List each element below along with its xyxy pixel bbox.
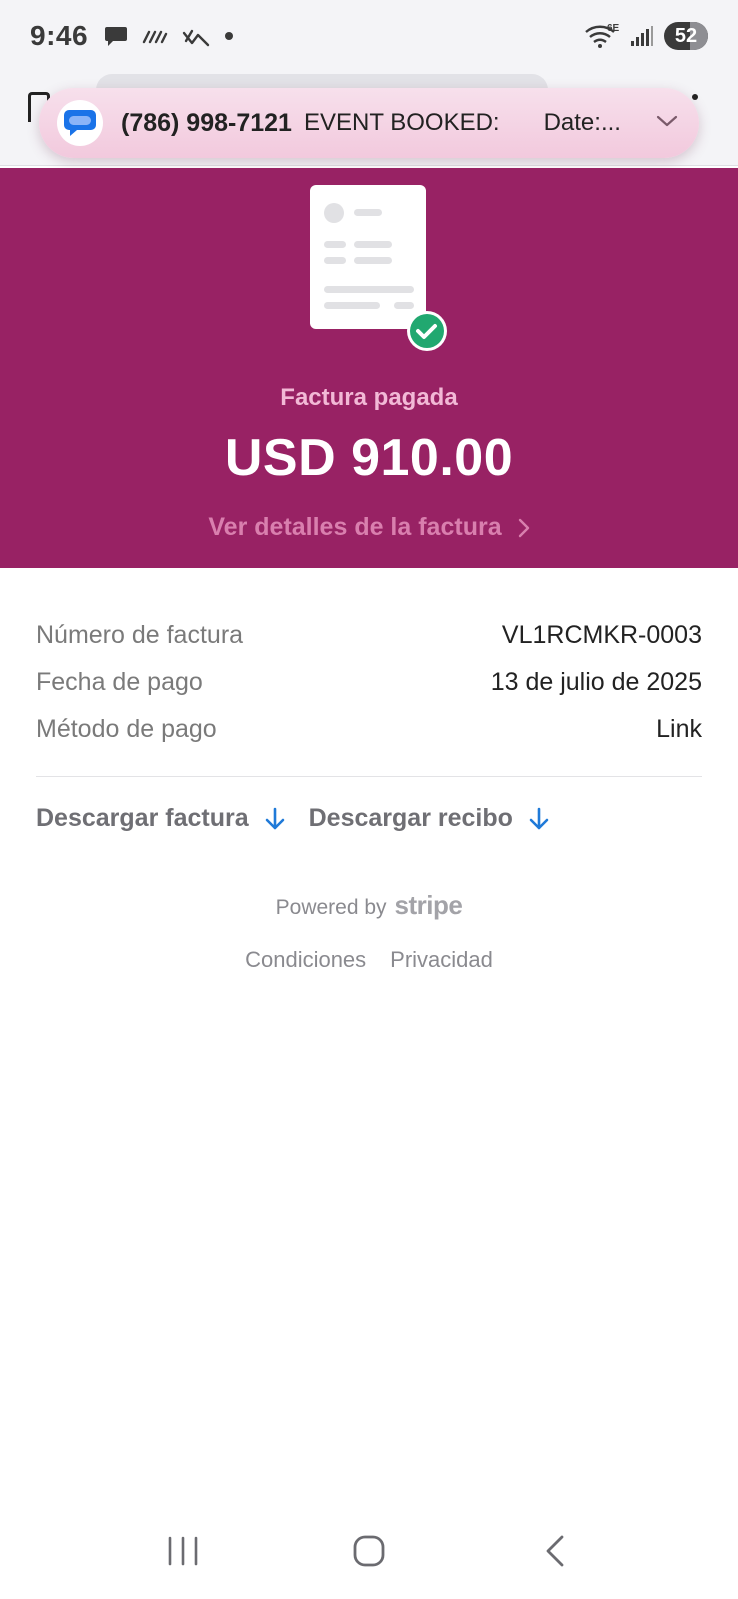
view-invoice-details-link[interactable]: Ver detalles de la factura: [0, 513, 738, 542]
terms-link[interactable]: Condiciones: [245, 947, 366, 973]
detail-row-invoice-number: Número de factura VL1RCMKR-0003: [36, 612, 702, 659]
status-bar: 9:46 6E 52: [0, 0, 738, 72]
detail-row-payment-method: Método de pago Link: [36, 706, 702, 753]
detail-label: Método de pago: [36, 715, 217, 743]
network-type-label: 6E: [607, 23, 620, 34]
notification-sender: (786) 998-7121: [121, 108, 292, 137]
dot-icon: [225, 32, 234, 40]
stripe-invoice-page: 9:46 6E 52 (786) 998-7121 EVENT BOOKED: …: [0, 0, 738, 1599]
status-time: 9:46: [30, 20, 89, 51]
message-notification[interactable]: (786) 998-7121 EVENT BOOKED: Date:...: [39, 88, 699, 158]
detail-label: Número de factura: [36, 621, 244, 649]
detail-value: Link: [656, 715, 702, 743]
battery-level: 52: [674, 24, 698, 47]
download-receipt-button[interactable]: Descargar recibo: [309, 804, 549, 833]
divider: [36, 776, 702, 777]
notification-text: EVENT BOOKED:: [303, 109, 500, 136]
messages-icon: [57, 100, 103, 146]
missed-call-icon: [182, 29, 210, 47]
detail-value: VL1RCMKR-0003: [501, 621, 702, 649]
detail-row-payment-date: Fecha de pago 13 de julio de 2025: [36, 659, 702, 706]
browser-menu-icon[interactable]: [692, 94, 698, 100]
invoice-status: Factura pagada: [280, 384, 458, 411]
view-invoice-details-label: Ver detalles de la factura: [208, 513, 502, 541]
download-actions: Descargar factura Descargar recibo: [36, 804, 549, 833]
footer-links: Condiciones Privacidad: [0, 947, 738, 973]
download-arrow-icon: [529, 807, 549, 829]
recents-icon[interactable]: [153, 1521, 213, 1581]
voicemail-icon: [142, 30, 168, 44]
invoice-paid-icon: [310, 185, 450, 351]
download-arrow-icon: [265, 807, 284, 829]
download-receipt-label: Descargar recibo: [308, 804, 513, 832]
chat-bubble-icon: [105, 27, 128, 46]
detail-label: Fecha de pago: [36, 668, 203, 696]
chevron-right-icon: [518, 518, 530, 538]
download-invoice-label: Descargar factura: [36, 804, 249, 832]
system-nav-bar: [0, 1503, 738, 1599]
chevron-down-icon[interactable]: [655, 114, 679, 133]
invoice-amount: USD 910.00: [224, 429, 514, 487]
invoice-details: Número de factura VL1RCMKR-0003 Fecha de…: [36, 612, 702, 753]
notification-text-continued: Date:...: [543, 109, 621, 136]
invoice-hero: Factura pagada USD 910.00 Ver detalles d…: [0, 168, 738, 568]
wifi-icon: 6E: [585, 23, 620, 48]
stripe-logo: stripe: [394, 890, 463, 920]
home-icon[interactable]: [339, 1521, 399, 1581]
battery-icon: 52: [664, 22, 708, 50]
signal-icon: [631, 26, 653, 46]
privacy-link[interactable]: Privacidad: [390, 947, 493, 973]
powered-by-label: Powered by: [275, 896, 387, 919]
detail-value: 13 de julio de 2025: [490, 668, 702, 696]
powered-by-stripe[interactable]: Powered by stripe: [0, 890, 738, 921]
back-icon[interactable]: [525, 1521, 585, 1581]
download-invoice-button[interactable]: Descargar factura: [36, 804, 285, 833]
